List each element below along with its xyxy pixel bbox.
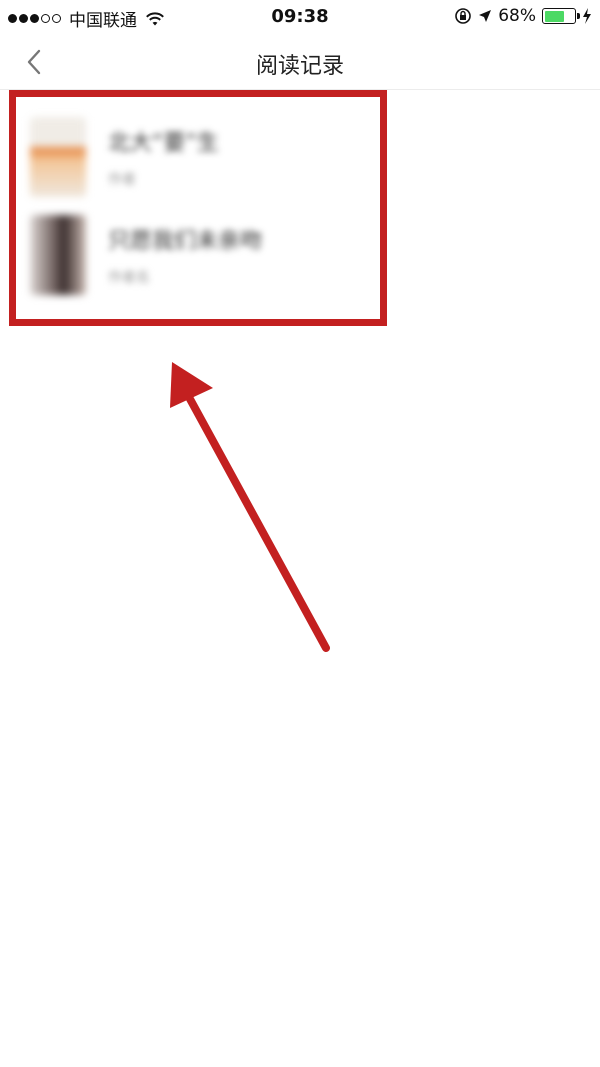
annotation-arrow (170, 362, 330, 652)
